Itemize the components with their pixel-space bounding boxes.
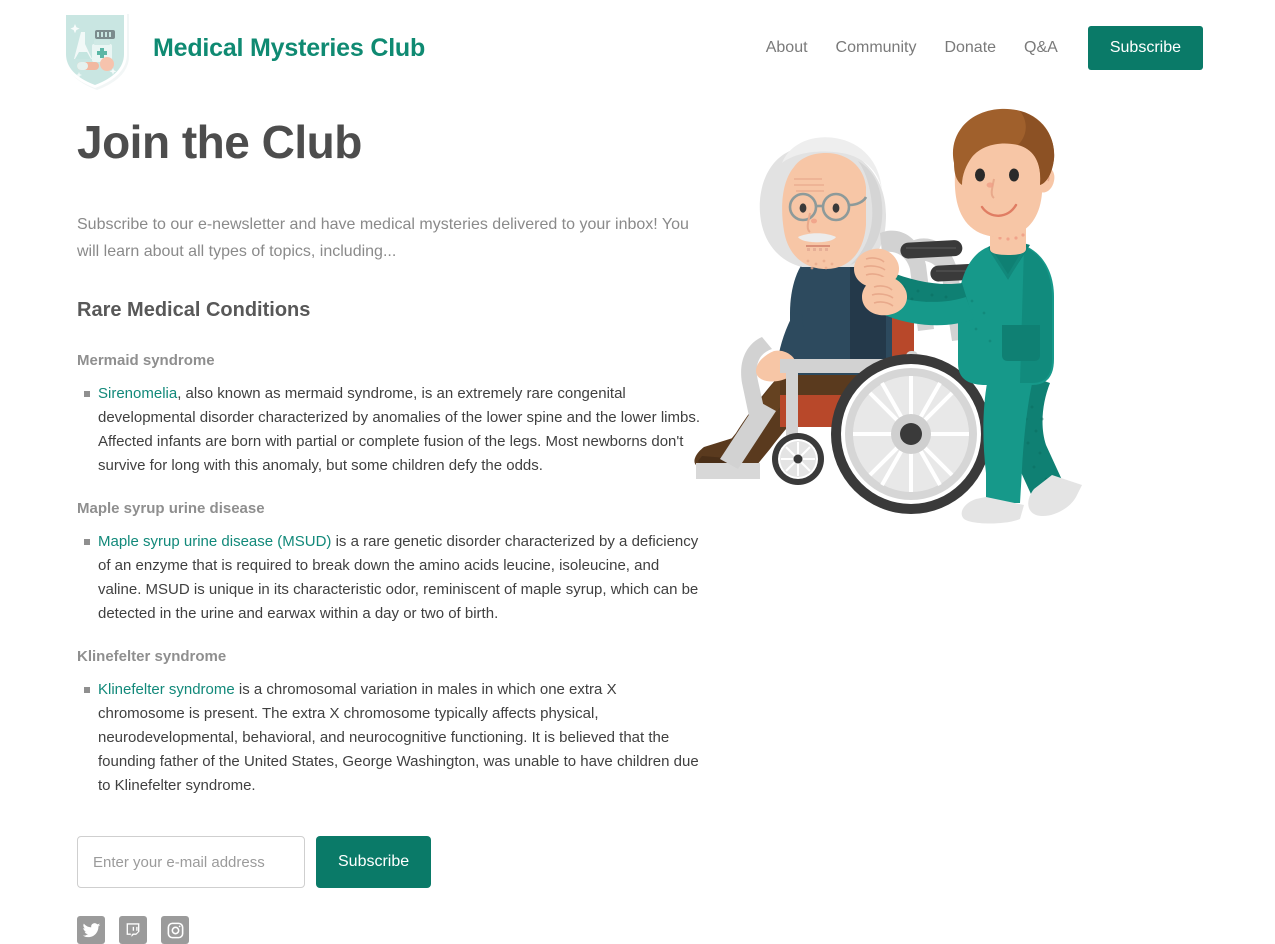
subscribe-button-header[interactable]: Subscribe bbox=[1087, 26, 1203, 70]
subscribe-button-form[interactable]: Subscribe bbox=[316, 836, 432, 889]
nurse-pushing-elderly-man-in-wheelchair-illustration bbox=[690, 101, 1170, 531]
condition-list: Maple syrup urine disease (MSUD) is a ra… bbox=[77, 530, 700, 626]
social-links bbox=[77, 916, 700, 944]
brand-name: Medical Mysteries Club bbox=[153, 33, 426, 62]
nav-link-donate[interactable]: Donate bbox=[930, 39, 1010, 57]
instagram-icon[interactable] bbox=[161, 916, 189, 944]
twitch-icon[interactable] bbox=[119, 916, 147, 944]
twitter-icon[interactable] bbox=[77, 916, 105, 944]
list-item: Sirenomelia, also known as mermaid syndr… bbox=[84, 382, 700, 478]
medical-shield-badge-icon bbox=[55, 4, 135, 92]
condition-block: Mermaid syndrome Sirenomelia, also known… bbox=[77, 352, 700, 478]
nav-link-qa[interactable]: Q&A bbox=[1010, 39, 1072, 57]
illustration-column bbox=[694, 96, 1235, 944]
list-item: Maple syrup urine disease (MSUD) is a ra… bbox=[84, 530, 700, 626]
email-field[interactable] bbox=[77, 836, 305, 889]
condition-block: Maple syrup urine disease Maple syrup ur… bbox=[77, 500, 700, 626]
condition-block: Klinefelter syndrome Klinefelter syndrom… bbox=[77, 648, 700, 798]
condition-list: Sirenomelia, also known as mermaid syndr… bbox=[77, 382, 700, 478]
condition-link[interactable]: Sirenomelia bbox=[98, 385, 177, 402]
list-item: Klinefelter syndrome is a chromosomal va… bbox=[84, 678, 700, 798]
condition-list: Klinefelter syndrome is a chromosomal va… bbox=[77, 678, 700, 798]
page-wrap: Join the Club Subscribe to our e-newslet… bbox=[0, 96, 1275, 944]
main-nav: About Community Donate Q&A Subscribe bbox=[752, 26, 1203, 70]
newsletter-signup-form: Subscribe bbox=[77, 836, 700, 889]
condition-heading: Mermaid syndrome bbox=[77, 352, 215, 370]
brand[interactable]: Medical Mysteries Club bbox=[55, 4, 425, 92]
section-title-rare-conditions: Rare Medical Conditions bbox=[77, 299, 311, 322]
site-header: Medical Mysteries Club About Community D… bbox=[0, 0, 1275, 96]
page-title: Join the Club bbox=[77, 116, 362, 168]
condition-body: , also known as mermaid syndrome, is an … bbox=[98, 385, 700, 475]
condition-heading: Maple syrup urine disease bbox=[77, 500, 265, 518]
nav-link-community[interactable]: Community bbox=[822, 39, 931, 57]
nav-link-about[interactable]: About bbox=[752, 39, 822, 57]
condition-link[interactable]: Klinefelter syndrome bbox=[98, 681, 235, 698]
content-column: Join the Club Subscribe to our e-newslet… bbox=[0, 96, 700, 944]
condition-link[interactable]: Maple syrup urine disease (MSUD) bbox=[98, 533, 331, 550]
intro-paragraph: Subscribe to our e-newsletter and have m… bbox=[77, 216, 689, 260]
condition-heading: Klinefelter syndrome bbox=[77, 648, 227, 666]
